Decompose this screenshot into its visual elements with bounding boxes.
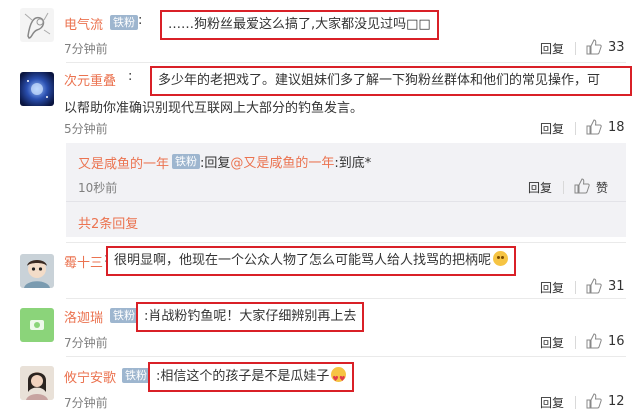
fan-badge: 铁粉 [172,154,200,169]
comment-text: :相信这个的孩子是不是瓜娃子 [148,362,355,392]
reply-prefix: 回复 [204,156,231,171]
like-count: 31 [608,279,625,294]
divider [66,201,626,202]
username[interactable]: 电气流 [64,14,103,33]
sub-reply-time: 10秒前 [78,181,118,195]
sub-reply-username[interactable]: 又是咸鱼的一年 [78,153,169,172]
like-count: 12 [608,394,625,409]
like-count: 33 [608,40,625,55]
reply-suffix: :到底* [334,156,372,171]
comment-text-body: 相信这个的孩子是不是瓜娃子 [160,369,330,384]
divider [575,281,576,294]
comment-item: 攸宁安歌 铁粉 :相信这个的孩子是不是瓜娃子 7分钟前 回复 12 [0,356,640,413]
sub-reply-panel: 又是咸鱼的一年 铁粉 :回复@又是咸鱼的一年:到底* 10秒前 回复 赞 共2条… [66,143,626,237]
more-replies-link[interactable]: 共2条回复 [78,213,138,232]
comment-time: 7分钟前 [64,396,108,410]
comment-text-line2: 以帮助你准确识别现代互联网上大部分的钓鱼发言。 [64,101,364,116]
comment-text: 很明显啊，他现在一个公众人物了怎么可能骂人给人找骂的把柄呢 [106,246,517,276]
sub-reply-text: :回复@又是咸鱼的一年:到底* [200,156,372,171]
username[interactable]: 霉十三 [64,252,103,271]
fan-badge: 铁粉 [110,308,138,323]
avatar[interactable] [20,72,54,106]
comment-item: 洛迦瑞 铁粉 :肖战粉钓鱼呢！大家仔细辨别再上去 7分钟前 回复 16 [0,298,640,356]
like-label[interactable]: 赞 [596,179,608,196]
like-icon[interactable] [586,278,602,294]
comment-text-part2: 。建议姐妹们多了解一下狗粉丝群体和他们的常见操作，可 [262,73,601,88]
reply-button[interactable]: 回复 [528,179,552,196]
fan-badge: 铁粉 [122,368,150,383]
like-icon[interactable] [574,178,590,194]
like-icon[interactable] [586,119,602,135]
divider [575,42,576,55]
comment-text: ……狗粉丝最爱这么搞了,大家都没见过吗□□ [160,10,439,40]
comment-text-body: 肖战粉钓鱼呢！大家仔细辨别再上去 [148,309,357,324]
avatar[interactable] [20,308,54,342]
username[interactable]: 洛迦瑞 [64,307,103,326]
like-count: 18 [608,120,625,135]
avatar[interactable] [20,8,54,42]
like-count: 16 [608,334,625,349]
reply-button[interactable]: 回复 [540,40,564,57]
comment-time: 5分钟前 [64,122,108,136]
comment-text: 多少年的老把戏了。建议姐妹们多了解一下狗粉丝群体和他们的常见操作，可 [150,66,632,96]
comment-time: 7分钟前 [64,42,108,56]
colon: : [128,69,133,84]
username[interactable]: 次元重叠 [64,70,116,89]
like-icon[interactable] [586,393,602,409]
divider [575,122,576,135]
colon: : [138,13,143,28]
divider [575,336,576,349]
like-icon[interactable] [586,333,602,349]
comment-time: 7分钟前 [64,336,108,350]
divider [563,181,564,194]
like-icon[interactable] [586,39,602,55]
reply-button[interactable]: 回复 [540,120,564,137]
reply-button[interactable]: 回复 [540,334,564,351]
comment-text-part1: 多少年的老把戏了 [158,73,263,88]
reply-button[interactable]: 回复 [540,279,564,296]
comment-text: :肖战粉钓鱼呢！大家仔细辨别再上去 [136,302,365,332]
avatar[interactable] [20,366,54,400]
comment-text-body: 很明显啊，他现在一个公众人物了怎么可能骂人给人找骂的把柄呢 [114,253,492,268]
avatar[interactable] [20,254,54,288]
emoji-icon [493,251,509,266]
heart-eyes-emoji-icon [331,366,347,392]
comment-item: 霉十三 : 很明显啊，他现在一个公众人物了怎么可能骂人给人找骂的把柄呢 回复 3… [0,242,640,298]
reply-button[interactable]: 回复 [540,394,564,411]
fan-badge: 铁粉 [110,15,138,30]
comment-item: 电气流 铁粉 : ……狗粉丝最爱这么搞了,大家都没见过吗□□ 7分钟前 回复 3… [0,0,640,62]
mention-link[interactable]: @又是咸鱼的一年 [230,156,334,171]
divider [575,396,576,409]
username[interactable]: 攸宁安歌 [64,367,116,386]
